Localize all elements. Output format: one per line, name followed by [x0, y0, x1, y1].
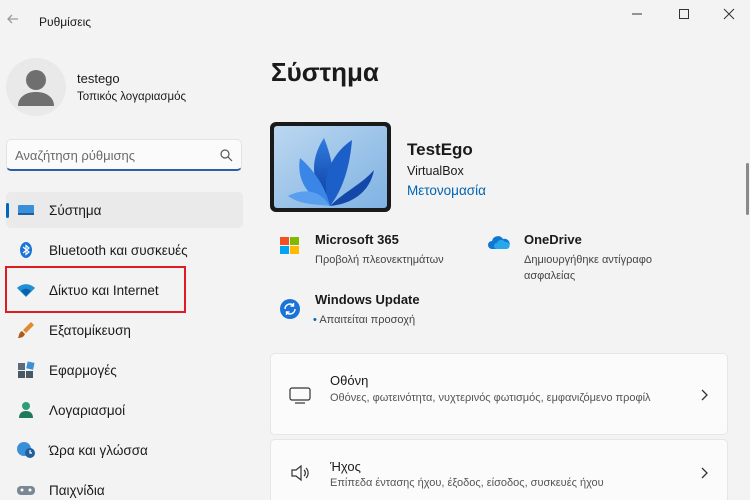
attention-dot: • — [313, 314, 317, 326]
sidebar-item-bluetooth[interactable]: Bluetooth και συσκευές — [6, 232, 243, 268]
globe-clock-icon — [17, 442, 35, 458]
gamepad-icon — [17, 486, 35, 495]
scrollbar-thumb[interactable] — [746, 163, 749, 215]
bluetooth-icon — [20, 242, 32, 258]
sidebar-item-label: Εξατομίκευση — [49, 323, 131, 338]
device-model: VirtualBox — [407, 164, 464, 178]
device-name: TestEgo — [407, 140, 473, 159]
microsoft-365-icon — [280, 237, 299, 254]
windows-bloom-wallpaper — [274, 126, 387, 208]
system-icon — [18, 205, 34, 215]
title-bar: Ρυθμίσεις — [0, 0, 750, 40]
sidebar-item-accounts[interactable]: Λογαριασμοί — [6, 392, 243, 428]
account-type: Τοπικός λογαριασμός — [77, 91, 187, 103]
card-title: Ήχος — [330, 459, 361, 474]
selection-indicator — [6, 203, 9, 218]
avatar[interactable] — [6, 58, 66, 116]
chevron-right-icon — [701, 389, 708, 401]
sound-card[interactable]: Ήχος Επίπεδα έντασης ήχου, έξοδος, είσοδ… — [270, 439, 728, 500]
sidebar-item-label: Παιχνίδια — [49, 483, 105, 498]
tile-subtitle: Προβολή πλεονεκτημάτων — [315, 254, 444, 266]
tile-title: OneDrive — [524, 232, 582, 247]
sidebar-item-label: Bluetooth και συσκευές — [49, 243, 188, 258]
account-icon — [19, 402, 33, 418]
display-card[interactable]: Οθόνη Οθόνες, φωτεινότητα, νυχτερινός φω… — [270, 353, 728, 435]
sidebar-item-label: Εφαρμογές — [49, 363, 117, 378]
onedrive-icon — [488, 236, 510, 249]
device-wallpaper-image[interactable] — [270, 122, 391, 212]
tile-title: Windows Update — [315, 292, 420, 307]
monitor-icon — [289, 387, 311, 404]
user-icon — [18, 70, 54, 106]
page-title: Σύστημα — [271, 57, 379, 87]
app-title: Ρυθμίσεις — [39, 15, 92, 29]
search-box[interactable] — [6, 139, 242, 171]
maximize-icon — [679, 9, 689, 19]
windows-update-icon — [280, 299, 300, 319]
microsoft-365-tile[interactable]: Microsoft 365 Προβολή πλεονεκτημάτων — [279, 232, 479, 272]
highlight-annotation — [5, 266, 186, 313]
sidebar-item-time-language[interactable]: Ώρα και γλώσσα — [6, 432, 243, 468]
rename-link[interactable]: Μετονομασία — [407, 183, 486, 198]
chevron-right-icon — [701, 467, 708, 479]
maximize-button[interactable] — [667, 4, 701, 24]
sidebar-item-label: Ώρα και γλώσσα — [49, 443, 148, 458]
back-button[interactable] — [6, 12, 22, 28]
close-button[interactable] — [712, 4, 746, 24]
minimize-icon — [632, 13, 642, 15]
card-subtitle: Επίπεδα έντασης ήχου, έξοδος, είσοδος, σ… — [330, 477, 604, 489]
close-icon — [723, 8, 735, 20]
search-icon[interactable] — [219, 148, 233, 162]
card-subtitle: Οθόνες, φωτεινότητα, νυχτερινός φωτισμός… — [330, 392, 651, 404]
sidebar-item-label: Σύστημα — [49, 203, 102, 218]
tile-title: Microsoft 365 — [315, 232, 399, 247]
sidebar-item-system[interactable]: Σύστημα — [6, 192, 243, 228]
onedrive-tile[interactable]: OneDrive Δημιουργήθηκε αντίγραφο ασφαλεί… — [488, 232, 708, 288]
minimize-button[interactable] — [620, 4, 654, 24]
sidebar-item-personalization[interactable]: Εξατομίκευση — [6, 312, 243, 348]
speaker-icon — [291, 464, 309, 482]
sidebar-item-label: Λογαριασμοί — [49, 403, 126, 418]
tile-subtitle: • Απαιτείται προσοχή — [313, 312, 415, 328]
brush-icon — [18, 322, 34, 338]
card-title: Οθόνη — [330, 373, 369, 388]
sidebar-item-apps[interactable]: Εφαρμογές — [6, 352, 243, 388]
sidebar-item-gaming[interactable]: Παιχνίδια — [6, 472, 243, 500]
tile-subtitle-text: Απαιτείται προσοχή — [319, 314, 416, 326]
tile-subtitle: Δημιουργήθηκε αντίγραφο ασφαλείας — [524, 254, 652, 282]
search-input[interactable] — [15, 146, 210, 164]
apps-icon — [18, 361, 35, 378]
back-arrow-icon — [7, 14, 18, 24]
windows-update-tile[interactable]: Windows Update • Απαιτείται προσοχή — [279, 292, 499, 332]
user-name: testego — [77, 71, 120, 86]
